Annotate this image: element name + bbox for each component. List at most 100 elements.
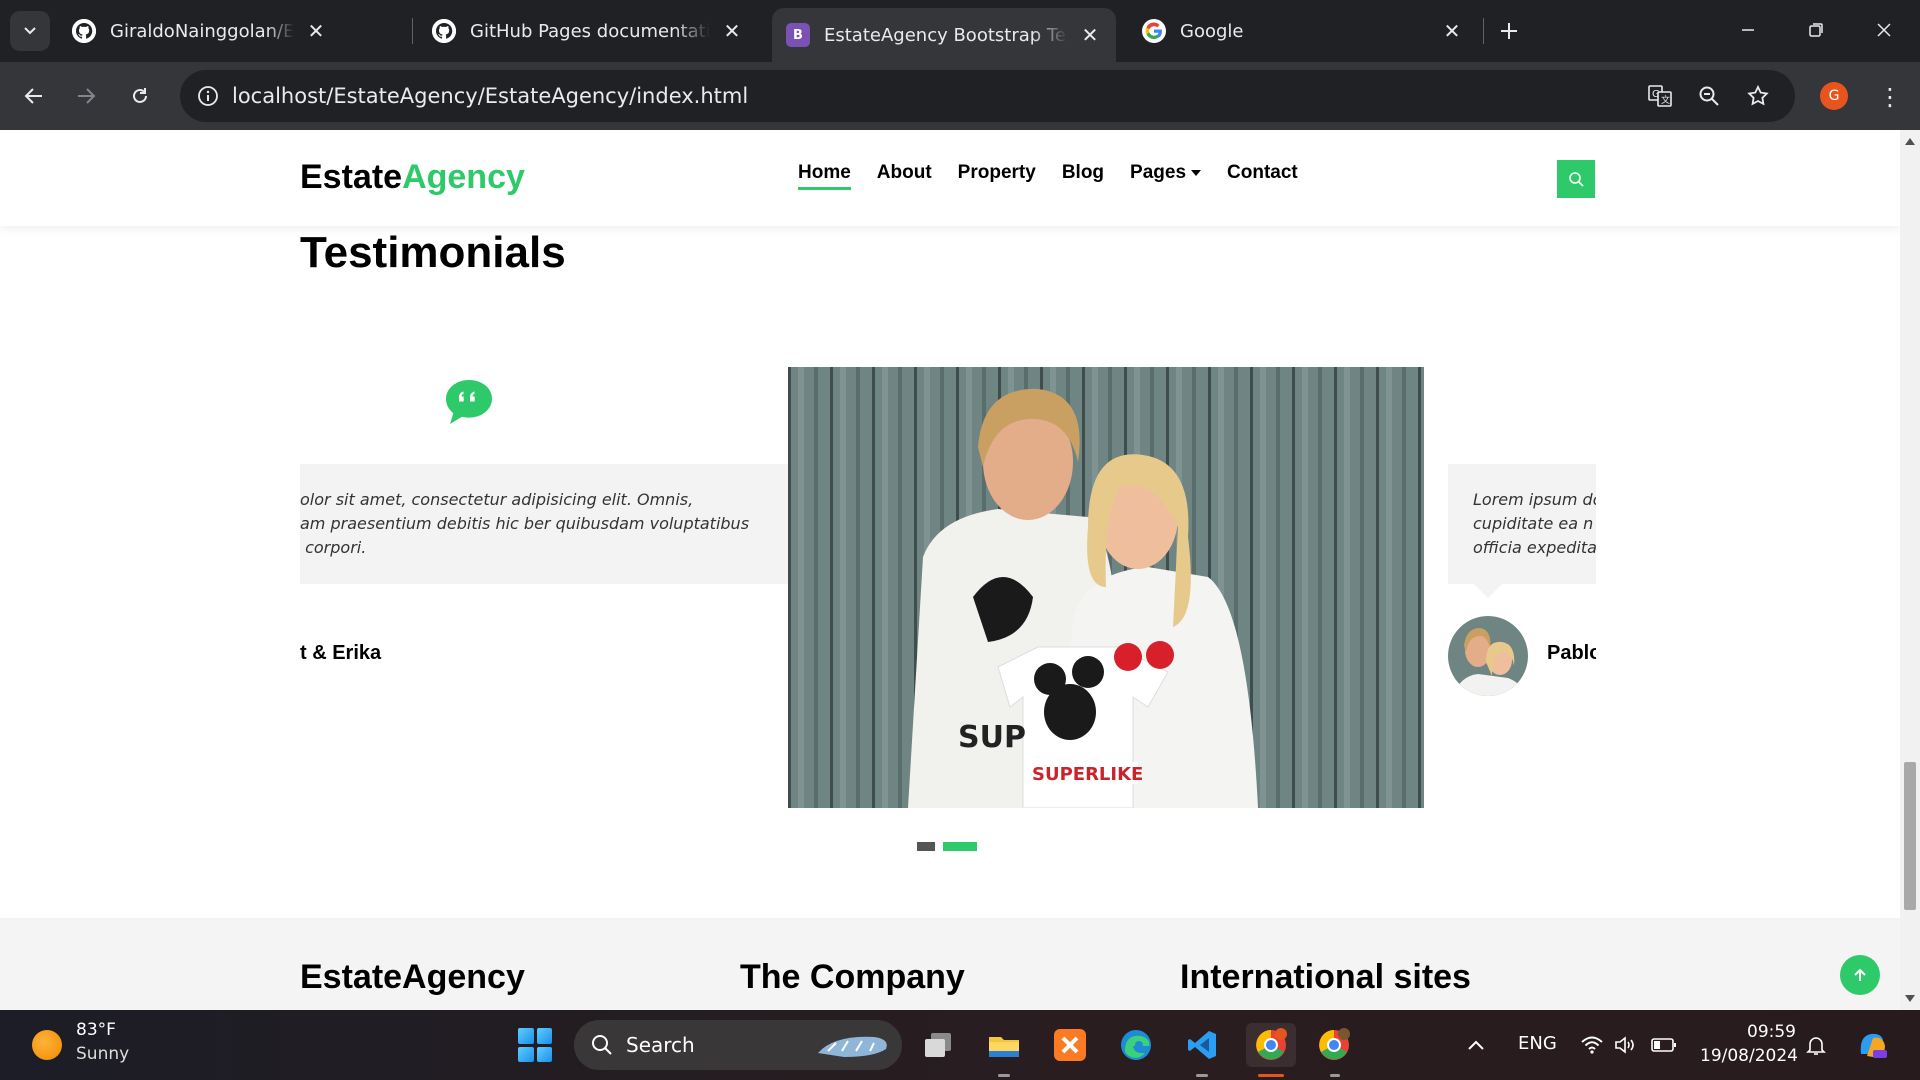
nav-property[interactable]: Property xyxy=(958,162,1036,190)
running-indicator xyxy=(1330,1074,1340,1077)
clock-date: 19/08/2024 xyxy=(1700,1046,1798,1066)
tab-title: Google xyxy=(1180,20,1244,42)
minimize-button[interactable] xyxy=(1720,8,1776,52)
chevron-down-icon xyxy=(24,27,36,35)
restore-button[interactable] xyxy=(1788,8,1844,52)
bootstrap-icon: B xyxy=(786,23,810,47)
battery-icon[interactable] xyxy=(1644,1023,1684,1067)
profile-avatar[interactable]: G xyxy=(1820,82,1848,110)
volume-icon[interactable] xyxy=(1606,1023,1646,1067)
nav-pages-label: Pages xyxy=(1130,162,1187,183)
nav-blog[interactable]: Blog xyxy=(1062,162,1104,190)
reload-icon xyxy=(133,88,147,103)
active-indicator xyxy=(1258,1074,1284,1077)
github-icon xyxy=(432,19,456,43)
edge-icon[interactable] xyxy=(1114,1023,1158,1067)
sun-icon[interactable] xyxy=(32,1030,62,1060)
main-menu: Home About Property Blog Pages Contact xyxy=(798,162,1324,190)
scroll-up-arrow-icon[interactable] xyxy=(1905,138,1915,145)
info-icon[interactable] xyxy=(196,84,220,108)
back-button[interactable] xyxy=(12,74,56,118)
caret-down-icon xyxy=(1191,169,1202,176)
footer-heading-international: International sites xyxy=(1180,958,1471,996)
weather-condition[interactable]: Sunny xyxy=(76,1044,129,1064)
clock-time: 09:59 xyxy=(1747,1022,1796,1042)
tab-estateagency[interactable]: B EstateAgency Bootstrap Template ✕ xyxy=(772,8,1116,62)
chevron-up-icon[interactable] xyxy=(1456,1023,1496,1067)
task-view-icon[interactable] xyxy=(916,1023,960,1067)
vscode-icon[interactable] xyxy=(1180,1023,1224,1067)
nav-contact[interactable]: Contact xyxy=(1227,162,1298,190)
running-indicator xyxy=(998,1074,1010,1077)
profile-initial: G xyxy=(1828,88,1840,104)
testimonial-avatar xyxy=(1448,616,1528,696)
testimonial-text-next: Lorem ipsum do cupiditate ea n officia e… xyxy=(1473,490,1596,557)
close-tab-icon[interactable]: ✕ xyxy=(1078,23,1102,47)
testimonial-author-next: Pablo xyxy=(1547,642,1596,664)
nav-home[interactable]: Home xyxy=(798,162,851,190)
back-to-top-button[interactable] xyxy=(1840,955,1880,995)
close-icon xyxy=(1877,23,1891,37)
tab-separator xyxy=(1483,18,1484,44)
carousel-dot-2[interactable] xyxy=(943,842,977,851)
close-tab-icon[interactable]: ✕ xyxy=(304,19,328,43)
windows-taskbar: 83°F Sunny Search ENG 09:59 19/08/2024 xyxy=(0,1010,1920,1080)
system-clock[interactable]: 09:59 19/08/2024 xyxy=(1700,1020,1798,1068)
logo-part-2: Agency xyxy=(402,158,525,196)
tab-github-repo[interactable]: GiraldoNainggolan/EstateAgency ✕ xyxy=(58,8,342,54)
chrome-profile-g-icon[interactable] xyxy=(1246,1023,1296,1067)
close-tab-icon[interactable]: ✕ xyxy=(1440,19,1464,43)
forward-button[interactable] xyxy=(64,74,108,118)
footer: EstateAgency The Company International s… xyxy=(0,918,1900,1010)
url-text[interactable]: localhost/EstateAgency/EstateAgency/inde… xyxy=(232,84,748,108)
tab-github-pages-docs[interactable]: GitHub Pages documentation - GitHub Docs… xyxy=(418,8,758,54)
restore-icon xyxy=(1809,23,1823,37)
translate-icon[interactable]: G文 xyxy=(1646,82,1674,110)
browser-toolbar: localhost/EstateAgency/EstateAgency/inde… xyxy=(0,62,1920,130)
new-tab-button[interactable] xyxy=(1490,12,1528,50)
tab-strip: GiraldoNainggolan/EstateAgency ✕ GitHub … xyxy=(0,0,1920,62)
chrome-profile-icon[interactable] xyxy=(1312,1023,1356,1067)
close-tab-icon[interactable]: ✕ xyxy=(720,19,744,43)
testimonial-author: t & Erika xyxy=(300,642,382,664)
reload-button[interactable] xyxy=(118,74,162,118)
nav-about[interactable]: About xyxy=(877,162,932,190)
language-indicator[interactable]: ENG xyxy=(1518,1033,1557,1054)
scrollbar-thumb[interactable] xyxy=(1904,762,1916,910)
zoom-icon[interactable] xyxy=(1695,82,1723,110)
minimize-icon xyxy=(1742,29,1754,31)
google-icon xyxy=(1142,19,1166,43)
logo-part-1: Estate xyxy=(300,158,403,196)
file-explorer-icon[interactable] xyxy=(982,1023,1026,1067)
close-window-button[interactable] xyxy=(1856,8,1912,52)
arrow-up-icon xyxy=(1854,968,1866,981)
carousel-pagination xyxy=(917,842,977,851)
search-label: Search xyxy=(626,1033,695,1057)
site-search-button[interactable] xyxy=(1557,160,1595,198)
github-icon xyxy=(72,19,96,43)
page-scrollbar[interactable] xyxy=(1900,130,1920,1010)
tab-separator xyxy=(412,18,413,44)
address-bar[interactable]: localhost/EstateAgency/EstateAgency/inde… xyxy=(180,70,1795,122)
tab-google[interactable]: Google ✕ xyxy=(1128,8,1478,54)
windows-start-icon[interactable] xyxy=(518,1028,552,1062)
tab-search-button[interactable] xyxy=(10,11,50,51)
carousel-dot-1[interactable] xyxy=(917,842,935,851)
browser-menu-icon[interactable]: ⋮ xyxy=(1878,82,1902,112)
taskbar-search[interactable]: Search xyxy=(574,1020,902,1070)
svg-text:SUPERLIKE: SUPERLIKE xyxy=(1032,764,1143,785)
tab-title: GitHub Pages documentation - GitHub Docs xyxy=(470,20,710,42)
xampp-icon[interactable] xyxy=(1048,1023,1092,1067)
search-icon xyxy=(592,1035,612,1055)
copilot-icon[interactable] xyxy=(1850,1023,1894,1067)
arrow-left-icon xyxy=(24,88,42,104)
quote-bubble-icon xyxy=(446,380,492,424)
arrow-right-icon xyxy=(78,88,96,104)
notification-bell-icon[interactable] xyxy=(1796,1023,1836,1067)
scroll-down-arrow-icon[interactable] xyxy=(1905,995,1915,1002)
site-logo[interactable]: EstateAgency xyxy=(300,158,525,197)
bookmark-star-icon[interactable] xyxy=(1744,82,1772,110)
nav-pages-dropdown[interactable]: Pages xyxy=(1130,162,1202,190)
weather-temperature[interactable]: 83°F xyxy=(76,1020,116,1040)
search-icon xyxy=(1569,172,1584,187)
